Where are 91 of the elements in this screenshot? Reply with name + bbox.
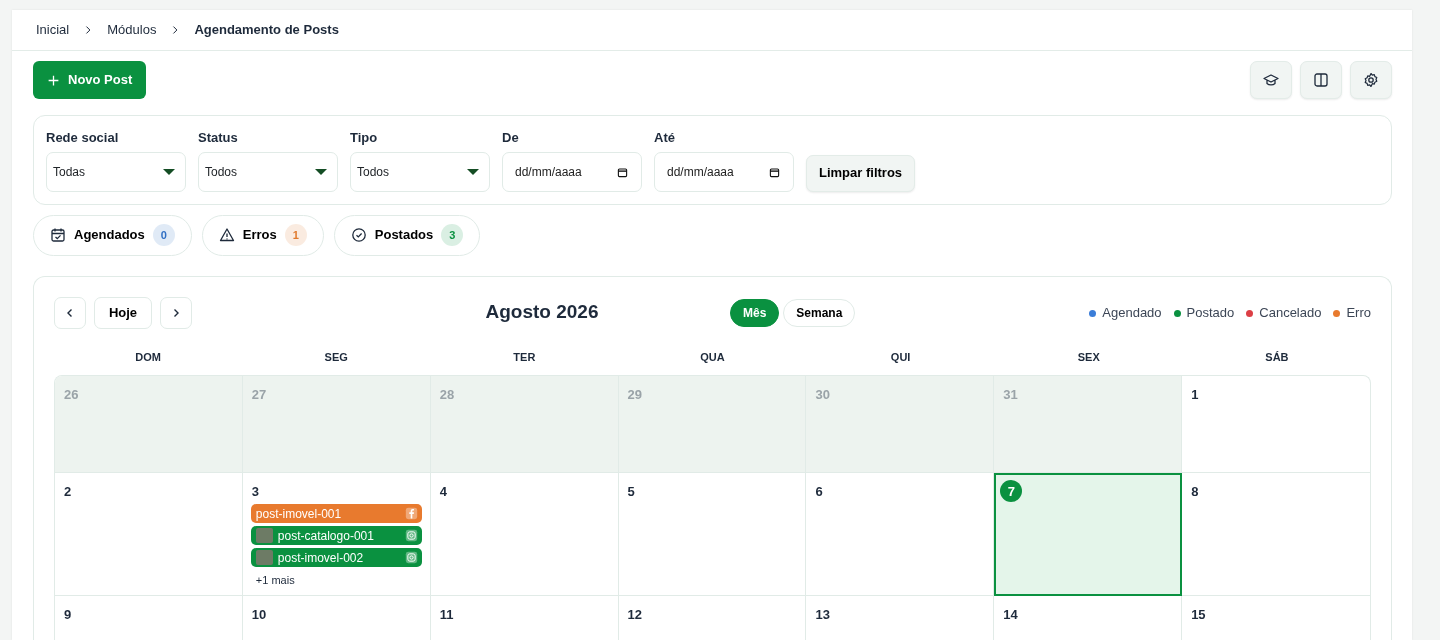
- event-chip[interactable]: post-catalogo-001: [250, 526, 422, 545]
- status-filter-tab[interactable]: Agendados 0: [33, 214, 192, 256]
- count-badge: 0: [152, 224, 175, 246]
- day-number: 15: [1190, 605, 1206, 624]
- weekday-header: SEX: [1077, 351, 1100, 364]
- filter-label: De: [502, 129, 520, 147]
- day-cell[interactable]: 1: [1182, 375, 1370, 473]
- day-cell[interactable]: 11: [430, 595, 619, 640]
- weekday-header: SÁB: [1265, 351, 1289, 364]
- status-filter-tab[interactable]: Postados 3: [333, 214, 481, 256]
- day-cell[interactable]: 13: [806, 595, 995, 640]
- day-number: 6: [814, 482, 823, 501]
- filter-label: Até: [654, 129, 676, 147]
- clear-filters-button[interactable]: Limpar filtros: [806, 154, 916, 192]
- calendar-check-icon: [50, 227, 66, 243]
- filter-label: Status: [198, 129, 239, 147]
- day-number: 9: [63, 605, 72, 624]
- day-number: 29: [626, 385, 643, 404]
- select-field[interactable]: Todos: [198, 151, 338, 192]
- breadcrumb-current: Agendamento de Posts: [194, 21, 339, 40]
- instagram-icon: [404, 529, 418, 542]
- columns-icon: [1313, 72, 1329, 88]
- day-number: 8: [1190, 482, 1199, 501]
- day-cell[interactable]: 8: [1182, 472, 1370, 596]
- columns-button[interactable]: [1300, 61, 1342, 99]
- day-number: 31: [1002, 385, 1018, 404]
- day-cell[interactable]: 4: [430, 472, 619, 596]
- today-cell[interactable]: 7: [994, 472, 1183, 596]
- day-number: 27: [250, 385, 267, 404]
- facebook-icon: [404, 507, 418, 520]
- legend-label: Agendado: [1102, 304, 1162, 320]
- plus-icon: [47, 73, 60, 87]
- day-number: 30: [814, 385, 830, 404]
- event-chip[interactable]: post-imovel-002: [250, 548, 422, 567]
- graduation-cap-icon: [1263, 72, 1279, 88]
- graduation-cap-button[interactable]: [1250, 61, 1292, 99]
- day-number: 12: [626, 605, 643, 624]
- legend-label: Postado: [1186, 304, 1235, 320]
- day-number: 5: [626, 482, 635, 501]
- breadcrumb-link[interactable]: Inicial: [36, 20, 70, 40]
- day-number: 11: [438, 605, 454, 624]
- filter-label: Tipo: [350, 129, 379, 147]
- warning-triangle-icon: [218, 227, 235, 243]
- legend-label: Erro: [1346, 304, 1371, 320]
- day-number: 14: [1002, 605, 1018, 624]
- day-cell[interactable]: 12: [618, 595, 807, 640]
- date-field[interactable]: dd/mm/aaaa: [502, 151, 642, 192]
- day-number: 26: [63, 385, 79, 404]
- weekday-header: QUA: [700, 351, 725, 364]
- breadcrumb-link[interactable]: Módulos: [107, 20, 157, 40]
- day-cell[interactable]: 5: [618, 472, 807, 596]
- date-field[interactable]: dd/mm/aaaa: [654, 151, 794, 192]
- count-badge: 3: [441, 224, 464, 246]
- view-toggle-tab[interactable]: Semana: [783, 298, 856, 327]
- calendar-icon: [769, 166, 780, 178]
- day-number: 1: [1190, 385, 1199, 404]
- day-number: 13: [814, 605, 830, 624]
- weekday-header: SEG: [324, 351, 348, 364]
- calendar-title: Agosto 2026: [485, 301, 599, 323]
- day-cell[interactable]: 14: [994, 595, 1183, 640]
- more-events-link[interactable]: +1 mais: [250, 572, 295, 589]
- count-badge: 1: [284, 224, 307, 246]
- chevron-left-icon: [65, 307, 75, 318]
- calendar-icon: [617, 166, 628, 178]
- day-number: 10: [250, 605, 267, 624]
- view-toggle-tab[interactable]: Mês: [730, 298, 780, 327]
- select-field[interactable]: Todos: [350, 151, 490, 192]
- day-cell[interactable]: 10: [242, 595, 431, 640]
- select-field[interactable]: Todas: [46, 151, 186, 192]
- day-cell[interactable]: 2: [55, 472, 243, 596]
- instagram-icon: [404, 551, 418, 564]
- filter-label: Rede social: [46, 129, 120, 147]
- day-number: 4: [438, 482, 447, 501]
- day-number: 28: [438, 385, 455, 404]
- legend-label: Cancelado: [1259, 304, 1322, 320]
- today-button[interactable]: Hoje: [94, 296, 152, 329]
- day-cell[interactable]: 15: [1182, 595, 1370, 640]
- day-number: 3: [250, 482, 260, 501]
- settings-icon: [1363, 72, 1379, 88]
- day-cell[interactable]: 3 post-imovel-001 post-catalogo-001 post-imovel-002 +1 mais: [242, 472, 431, 596]
- status-filter-tab[interactable]: Erros 1: [201, 214, 324, 256]
- day-number: 2: [63, 482, 72, 501]
- settings-button[interactable]: [1350, 61, 1392, 99]
- day-number: 7: [1000, 480, 1023, 503]
- new-post-button[interactable]: Novo Post: [33, 61, 147, 99]
- weekday-header: DOM: [135, 351, 161, 364]
- weekday-header: QUI: [890, 351, 911, 364]
- day-cell[interactable]: 9: [55, 595, 243, 640]
- weekday-header: TER: [513, 351, 536, 364]
- check-circle-icon: [350, 227, 367, 243]
- chevron-right-icon: [171, 307, 181, 318]
